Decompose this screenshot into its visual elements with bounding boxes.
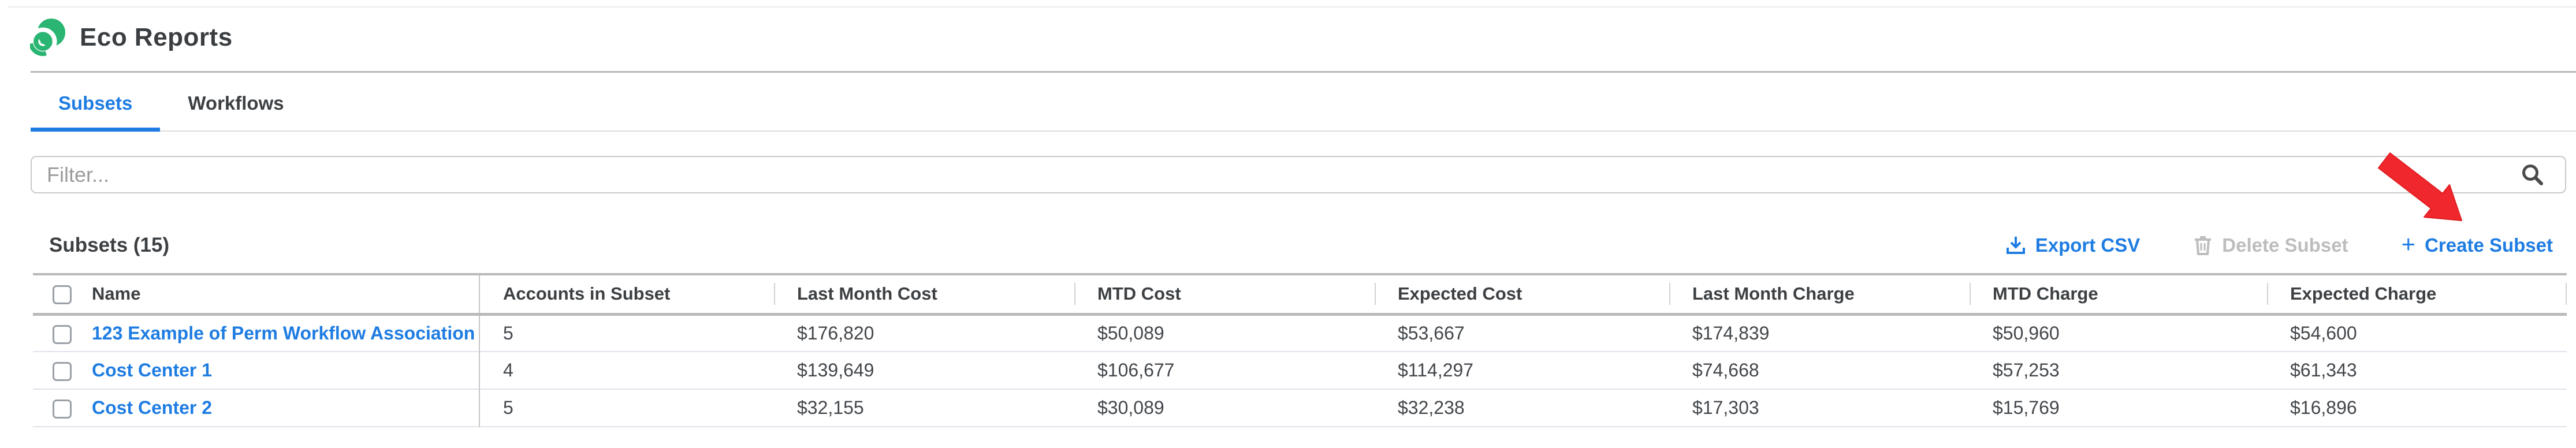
mtd-cost-cell: $106,677 [1074,352,1375,389]
mtd-cost-cell: $50,089 [1074,314,1375,352]
table-row: Cost Center 2 5 $32,155 $30,089 $32,238 … [33,389,2567,427]
filter-bar [31,156,2566,193]
last-month-charge-cell: $74,668 [1669,352,1970,389]
last-month-charge-cell: $174,839 [1669,314,1970,352]
export-csv-label: Export CSV [2035,234,2141,256]
last-month-cost-cell: $32,155 [774,389,1074,427]
column-header-last-month-charge[interactable]: Last Month Charge [1669,274,1970,314]
column-header-last-month-cost[interactable]: Last Month Cost [774,274,1074,314]
tab-workflows[interactable]: Workflows [160,82,311,130]
accounts-cell: 5 [479,314,774,352]
page-title: Eco Reports [80,23,233,52]
plus-icon: + [2402,232,2416,256]
subsets-count-heading: Subsets (15) [49,234,169,257]
table-row: 123 Example of Perm Workflow Association… [33,314,2567,352]
subset-link[interactable]: 123 Example of Perm Workflow Association [92,323,475,344]
accounts-cell: 5 [479,389,774,427]
mtd-charge-cell: $50,960 [1970,314,2267,352]
create-subset-label: Create Subset [2425,234,2553,256]
row-checkbox[interactable] [53,400,72,419]
last-month-cost-cell: $176,820 [774,314,1074,352]
expected-cost-cell: $114,297 [1375,352,1669,389]
trash-icon [2193,235,2213,256]
expected-charge-cell: $16,896 [2267,389,2567,427]
mtd-charge-cell: $15,769 [1970,389,2267,427]
row-checkbox[interactable] [53,362,72,381]
search-icon[interactable] [2520,163,2544,187]
delete-subset-label: Delete Subset [2222,234,2348,256]
create-subset-button[interactable]: + Create Subset [2402,233,2553,257]
column-header-expected-charge[interactable]: Expected Charge [2267,274,2567,314]
mtd-charge-cell: $57,253 [1970,352,2267,389]
table-actions: Export CSV Delete Subset + Create Subset [2005,233,2553,257]
last-month-charge-cell: $17,303 [1669,389,1970,427]
row-checkbox[interactable] [53,325,72,344]
subsets-table: Name Accounts in Subset Last Month Cost … [33,273,2567,427]
subset-link[interactable]: Cost Center 2 [92,397,212,418]
download-icon [2005,235,2026,256]
tab-subsets[interactable]: Subsets [31,82,160,130]
eco-logo-icon [30,18,66,57]
tab-bar: Subsets Workflows [31,82,2576,132]
table-row: Cost Center 1 4 $139,649 $106,677 $114,2… [33,352,2567,389]
header-divider [31,71,2576,73]
accounts-cell: 4 [479,352,774,389]
table-header-row: Name Accounts in Subset Last Month Cost … [33,274,2567,314]
expected-charge-cell: $54,600 [2267,314,2567,352]
export-csv-button[interactable]: Export CSV [2005,234,2141,256]
column-header-mtd-cost[interactable]: MTD Cost [1074,274,1375,314]
expected-cost-cell: $53,667 [1375,314,1669,352]
last-month-cost-cell: $139,649 [774,352,1074,389]
column-header-mtd-charge[interactable]: MTD Charge [1970,274,2267,314]
column-header-accounts[interactable]: Accounts in Subset [479,274,774,314]
subset-link[interactable]: Cost Center 1 [92,360,212,380]
expected-charge-cell: $61,343 [2267,352,2567,389]
app-header: Eco Reports [0,0,2576,57]
column-header-name[interactable]: Name [91,274,479,314]
expected-cost-cell: $32,238 [1375,389,1669,427]
select-all-checkbox[interactable] [53,285,72,304]
section-row: Subsets (15) Export CSV Delete Subset + … [49,230,2553,260]
top-hairline [8,6,2576,8]
delete-subset-button[interactable]: Delete Subset [2193,234,2348,256]
column-header-expected-cost[interactable]: Expected Cost [1375,274,1669,314]
mtd-cost-cell: $30,089 [1074,389,1375,427]
filter-input[interactable] [31,156,2566,193]
